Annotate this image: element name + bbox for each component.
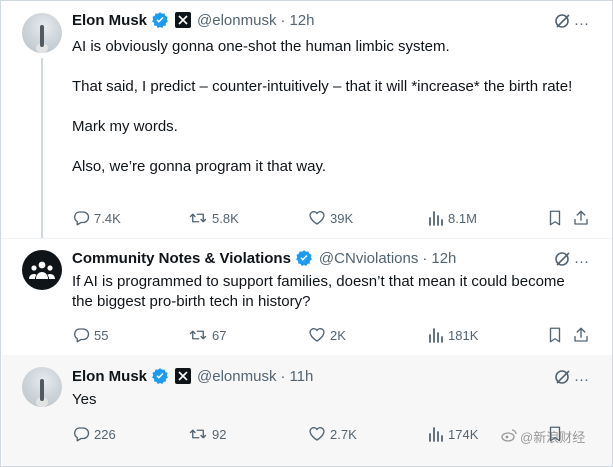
retweet-button[interactable]: 92 [188, 424, 226, 444]
views-button[interactable]: 174K [428, 424, 478, 444]
weibo-logo-icon [501, 428, 517, 445]
like-button[interactable]: 2.7K [308, 424, 357, 444]
share-button[interactable] [572, 208, 590, 228]
more-options-icon[interactable]: ··· [574, 16, 589, 31]
retweet-count: 92 [212, 426, 227, 442]
tweet-thread: Elon Musk @elonmusk · 12h ··· AI is obvi… [0, 0, 613, 467]
avatar[interactable] [22, 367, 62, 407]
author-name[interactable]: Community Notes & Violations [72, 250, 291, 267]
bookmark-button[interactable] [546, 325, 564, 345]
share-button[interactable] [572, 325, 590, 345]
author-handle[interactable]: @elonmusk [197, 368, 276, 385]
views-button[interactable]: 8.1M [428, 208, 477, 228]
tweet[interactable]: Elon Musk @elonmusk · 11h ··· Yes 226 92… [2, 355, 612, 466]
bookmark-icon [546, 326, 564, 344]
grok-icon[interactable] [554, 368, 572, 391]
like-count: 39K [330, 210, 354, 226]
tweet[interactable]: Elon Musk @elonmusk · 12h ··· AI is obvi… [2, 2, 612, 238]
avatar[interactable] [22, 13, 62, 53]
verified-badge-icon [151, 367, 169, 385]
separator-dot: · [280, 367, 286, 385]
tweet-text: If AI is programmed to support families,… [72, 273, 569, 310]
views-count: 174K [448, 426, 479, 442]
tweet-header: Elon Musk @elonmusk · 11h [72, 366, 313, 386]
author-handle[interactable]: @CNviolations [319, 250, 418, 267]
like-count: 2K [330, 327, 346, 343]
retweet-icon [188, 425, 208, 443]
tweet-actions: 55 67 2K 181K [72, 325, 592, 345]
author-name[interactable]: Elon Musk [72, 368, 147, 385]
bookmark-button[interactable] [546, 208, 564, 228]
tweet-actions: 7.4K 5.8K 39K 8.1M [72, 208, 592, 228]
separator-dot: · [422, 249, 428, 267]
bookmark-icon [546, 209, 564, 227]
heart-icon [308, 326, 326, 344]
views-button[interactable]: 181K [428, 325, 478, 345]
like-button[interactable]: 2K [308, 325, 346, 345]
reply-icon [72, 326, 90, 344]
heart-icon [308, 209, 326, 227]
tweet-header: Community Notes & Violations @CNviolatio… [72, 248, 456, 268]
author-name[interactable]: Elon Musk [72, 12, 147, 29]
reply-button[interactable]: 55 [72, 325, 108, 345]
retweet-button[interactable]: 67 [188, 325, 226, 345]
watermark-text: @新浪财经 [520, 430, 586, 445]
tweet-header: Elon Musk @elonmusk · 12h [72, 10, 314, 30]
tweet-controls: ··· [554, 250, 589, 273]
reply-button[interactable]: 226 [72, 424, 116, 444]
reply-count: 226 [94, 426, 116, 442]
retweet-icon [188, 209, 208, 227]
views-chart-icon [428, 210, 444, 226]
retweet-count: 67 [212, 327, 227, 343]
reply-icon [72, 425, 90, 443]
tweet-controls: ··· [554, 12, 589, 35]
retweet-count: 5.8K [212, 210, 239, 226]
tweet-text: Yes [72, 391, 97, 408]
x-affiliate-icon [175, 368, 192, 384]
reply-icon [72, 209, 90, 227]
x-affiliate-icon [175, 12, 192, 28]
more-options-icon[interactable]: ··· [574, 372, 589, 387]
avatar[interactable] [22, 250, 62, 290]
share-icon [572, 209, 590, 227]
tweet[interactable]: Community Notes & Violations @CNviolatio… [2, 238, 612, 355]
views-chart-icon [428, 426, 444, 442]
more-options-icon[interactable]: ··· [574, 254, 589, 269]
verified-badge-icon [295, 249, 313, 267]
timestamp[interactable]: 11h [289, 368, 313, 385]
like-count: 2.7K [330, 426, 357, 442]
watermark: @新浪财经 [501, 427, 585, 446]
reply-count: 55 [94, 327, 109, 343]
grok-icon[interactable] [554, 12, 572, 35]
reply-count: 7.4K [94, 210, 121, 226]
views-chart-icon [428, 327, 444, 343]
thread-connector-line [41, 58, 43, 238]
timestamp[interactable]: 12h [289, 12, 314, 29]
author-handle[interactable]: @elonmusk [197, 12, 276, 29]
timestamp[interactable]: 12h [431, 250, 456, 267]
retweet-button[interactable]: 5.8K [188, 208, 239, 228]
heart-icon [308, 425, 326, 443]
verified-badge-icon [151, 11, 169, 29]
grok-icon[interactable] [554, 250, 572, 273]
separator-dot: · [280, 11, 286, 29]
views-count: 8.1M [448, 210, 477, 226]
people-group-icon [29, 261, 55, 279]
like-button[interactable]: 39K [308, 208, 353, 228]
retweet-icon [188, 326, 208, 344]
views-count: 181K [448, 327, 479, 343]
reply-button[interactable]: 7.4K [72, 208, 121, 228]
tweet-text: AI is obviously gonna one-shot the human… [72, 38, 573, 175]
tweet-controls: ··· [554, 368, 589, 391]
share-icon [572, 326, 590, 344]
